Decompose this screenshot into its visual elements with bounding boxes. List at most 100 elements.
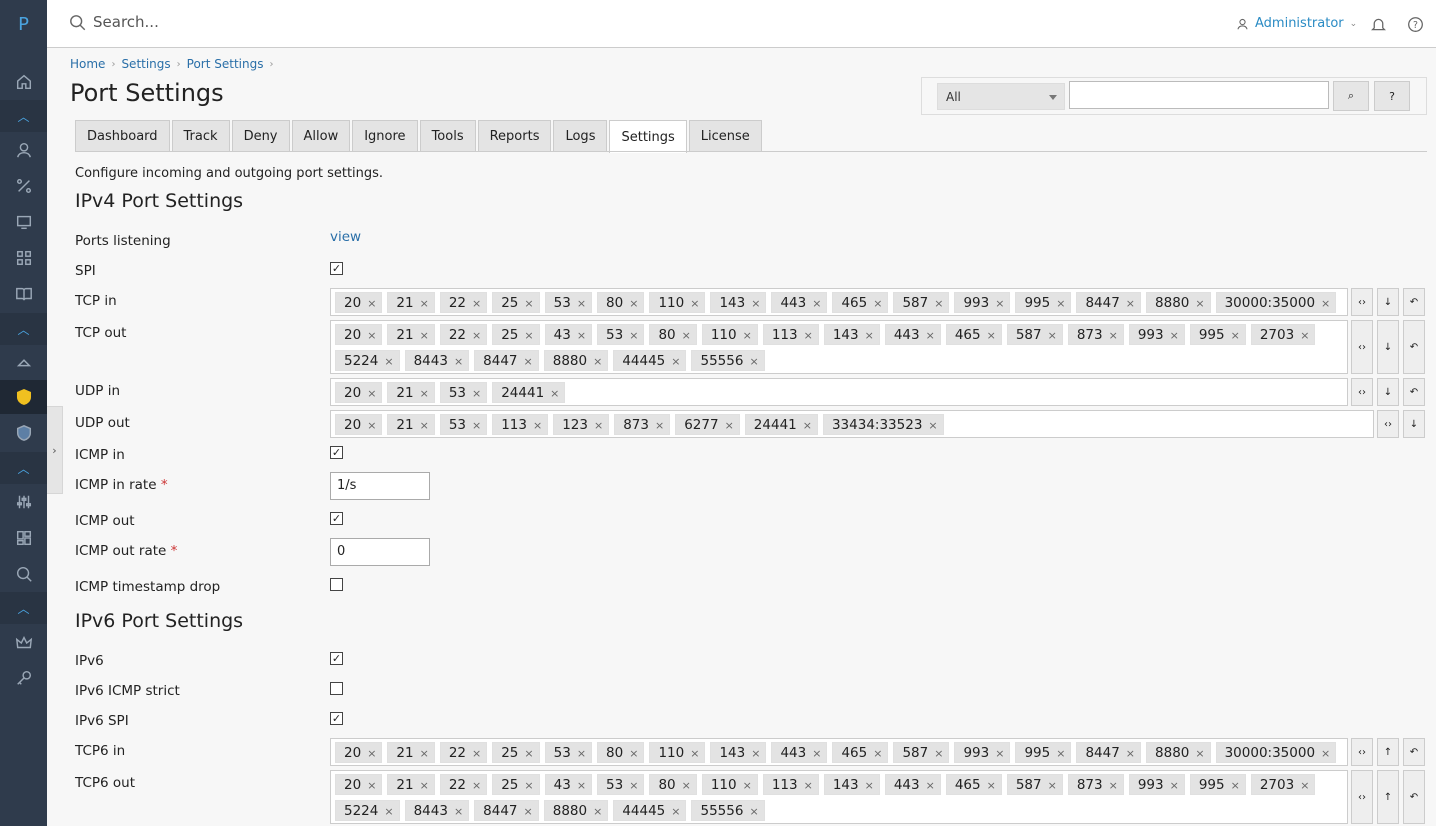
shield-icon[interactable] (0, 380, 47, 414)
security-shield-icon[interactable] (0, 416, 47, 450)
remove-tag-icon[interactable]: × (1056, 297, 1065, 310)
remove-tag-icon[interactable]: × (812, 297, 821, 310)
remove-tag-icon[interactable]: × (384, 355, 393, 368)
remove-tag-icon[interactable]: × (629, 329, 638, 342)
collapse-group-icon[interactable]: ︿ (0, 313, 47, 345)
remove-tag-icon[interactable]: × (1170, 329, 1179, 342)
remove-tag-icon[interactable]: × (524, 779, 533, 792)
remove-tag-icon[interactable]: × (987, 779, 996, 792)
spi-checkbox[interactable]: ✓ (330, 262, 343, 275)
remove-tag-icon[interactable]: × (420, 419, 429, 432)
remove-tag-icon[interactable]: × (995, 747, 1004, 760)
tab-dashboard[interactable]: Dashboard (75, 120, 170, 152)
remove-tag-icon[interactable]: × (1109, 779, 1118, 792)
remove-tag-icon[interactable]: × (367, 419, 376, 432)
remove-tag-icon[interactable]: × (472, 297, 481, 310)
remove-tag-icon[interactable]: × (577, 747, 586, 760)
filter-help-button[interactable]: ? (1374, 81, 1410, 111)
remove-tag-icon[interactable]: × (629, 297, 638, 310)
home-icon[interactable] (0, 65, 47, 99)
remove-tag-icon[interactable]: × (743, 779, 752, 792)
remove-tag-icon[interactable]: × (865, 329, 874, 342)
remove-tag-icon[interactable]: × (472, 387, 481, 400)
remove-tag-icon[interactable]: × (803, 419, 812, 432)
tcp-out-sort-button[interactable]: ↓ (1377, 320, 1399, 374)
crown-icon[interactable] (0, 626, 47, 660)
remove-tag-icon[interactable]: × (472, 747, 481, 760)
remove-tag-icon[interactable]: × (873, 297, 882, 310)
tab-deny[interactable]: Deny (231, 120, 290, 152)
remove-tag-icon[interactable]: × (1048, 779, 1057, 792)
remove-tag-icon[interactable]: × (1195, 747, 1204, 760)
remove-tag-icon[interactable]: × (655, 419, 664, 432)
remove-tag-icon[interactable]: × (1321, 747, 1330, 760)
remove-tag-icon[interactable]: × (524, 355, 533, 368)
remove-tag-icon[interactable]: × (995, 297, 1004, 310)
tcp6-in-tag-input[interactable]: 20 × 21 × 22 × 25 × 53 × 80 × 110 × 143 × 443 × 465 × 587 × 99… (330, 738, 1348, 766)
firewall-icon[interactable] (0, 345, 47, 379)
help-icon[interactable]: ? (1407, 16, 1424, 33)
remove-tag-icon[interactable]: × (420, 329, 429, 342)
remove-tag-icon[interactable]: × (472, 329, 481, 342)
remove-tag-icon[interactable]: × (594, 419, 603, 432)
collapse-group-icon[interactable]: ︿ (0, 592, 47, 624)
remove-tag-icon[interactable]: × (524, 747, 533, 760)
udp-out-tag-input[interactable]: 20 × 21 × 53 × 113 × 123 × 873 × 6277 × 24441 × 33434:33… (330, 410, 1374, 438)
remove-tag-icon[interactable]: × (1300, 329, 1309, 342)
breadcrumb-home[interactable]: Home (70, 57, 105, 71)
ports-listening-view-link[interactable]: view (330, 229, 361, 245)
tcp6-in-sort-button[interactable]: ↑ (1377, 738, 1399, 766)
filter-select[interactable]: All (937, 83, 1065, 110)
tcp-in-sort-button[interactable]: ↓ (1377, 288, 1399, 316)
remove-tag-icon[interactable]: × (725, 419, 734, 432)
notifications-icon[interactable] (1370, 16, 1387, 33)
ipv6-spi-checkbox[interactable]: ✓ (330, 712, 343, 725)
remove-tag-icon[interactable]: × (804, 329, 813, 342)
tcp-in-reset-button[interactable]: ↶ (1403, 288, 1425, 316)
udp-out-expand-button[interactable]: ‹› (1377, 410, 1399, 438)
icmp-timestamp-drop-checkbox[interactable] (330, 578, 343, 591)
tcp-in-tag-input[interactable]: 20 × 21 × 22 × 25 × 53 × 80 × 110 × 143 × 443 × 465 × 587 × 99… (330, 288, 1348, 316)
tab-tools[interactable]: Tools (419, 120, 476, 152)
tcp6-in-expand-button[interactable]: ‹› (1351, 738, 1373, 766)
sliders-icon[interactable] (0, 485, 47, 519)
remove-tag-icon[interactable]: × (367, 747, 376, 760)
remove-tag-icon[interactable]: × (593, 355, 602, 368)
remove-tag-icon[interactable]: × (873, 747, 882, 760)
tab-logs[interactable]: Logs (553, 120, 608, 152)
remove-tag-icon[interactable]: × (577, 297, 586, 310)
remove-tag-icon[interactable]: × (749, 805, 758, 818)
tcp-out-tag-input[interactable]: 20 × 21 × 22 × 25 × 43 × 53 × 80 × 110 × 113 × 143 × 443 × 465… (330, 320, 1348, 374)
remove-tag-icon[interactable]: × (577, 779, 586, 792)
remove-tag-icon[interactable]: × (671, 355, 680, 368)
remove-tag-icon[interactable]: × (934, 747, 943, 760)
remove-tag-icon[interactable]: × (367, 329, 376, 342)
tab-settings[interactable]: Settings (609, 120, 687, 153)
tab-reports[interactable]: Reports (477, 120, 552, 152)
remove-tag-icon[interactable]: × (1231, 329, 1240, 342)
icmp-in-rate-input[interactable]: 1/s (330, 472, 430, 500)
key-icon[interactable] (0, 661, 47, 695)
percent-icon[interactable] (0, 169, 47, 203)
breadcrumb-port-settings[interactable]: Port Settings (187, 57, 264, 71)
remove-tag-icon[interactable]: × (1300, 779, 1309, 792)
tcp-out-expand-button[interactable]: ‹› (1351, 320, 1373, 374)
remove-tag-icon[interactable]: × (472, 779, 481, 792)
remove-tag-icon[interactable]: × (629, 747, 638, 760)
remove-tag-icon[interactable]: × (690, 297, 699, 310)
remove-tag-icon[interactable]: × (629, 779, 638, 792)
tcp6-in-reset-button[interactable]: ↶ (1403, 738, 1425, 766)
remove-tag-icon[interactable]: × (1195, 297, 1204, 310)
remove-tag-icon[interactable]: × (367, 387, 376, 400)
remove-tag-icon[interactable]: × (524, 805, 533, 818)
search-stats-icon[interactable] (0, 557, 47, 591)
remove-tag-icon[interactable]: × (577, 329, 586, 342)
remove-tag-icon[interactable]: × (987, 329, 996, 342)
sidebar-expand-toggle[interactable]: › (47, 406, 63, 494)
remove-tag-icon[interactable]: × (420, 387, 429, 400)
book-icon[interactable] (0, 277, 47, 311)
remove-tag-icon[interactable]: × (593, 805, 602, 818)
remove-tag-icon[interactable]: × (812, 747, 821, 760)
icmp-out-checkbox[interactable]: ✓ (330, 512, 343, 525)
icmp-out-rate-input[interactable]: 0 (330, 538, 430, 566)
